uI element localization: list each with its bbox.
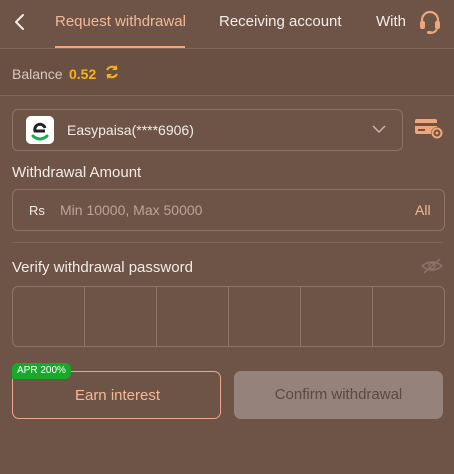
customer-service-icon[interactable] [418,9,442,35]
currency-label: Rs [29,203,45,218]
chevron-down-icon [372,125,386,134]
active-tab-indicator [55,46,185,48]
refresh-icon[interactable] [104,64,120,80]
eye-off-icon[interactable] [421,257,443,275]
confirm-withdrawal-label: Confirm withdrawal [274,386,403,403]
password-digit-3[interactable] [157,287,229,346]
confirm-withdrawal-button[interactable]: Confirm withdrawal [234,371,443,419]
tab-request-withdrawal[interactable]: Request withdrawal [55,13,186,30]
balance-label: Balance [12,66,63,82]
tab-receiving-account[interactable]: Receiving account [219,13,342,30]
password-digit-1[interactable] [13,287,85,346]
withdrawal-amount-label: Withdrawal Amount [12,164,142,181]
back-arrow-icon[interactable] [10,12,30,32]
password-digit-5[interactable] [301,287,373,346]
verify-password-label: Verify withdrawal password [12,259,193,276]
password-input-grid[interactable] [12,286,445,347]
section-divider [12,242,443,243]
password-digit-2[interactable] [85,287,157,346]
password-digit-4[interactable] [229,287,301,346]
all-amount-button[interactable]: All [415,202,431,218]
tab-withdrawal-records[interactable]: With [376,13,406,30]
withdrawal-amount-input[interactable] [56,196,394,224]
easypaisa-logo-icon [26,116,54,144]
balance-value: 0.52 [69,66,97,82]
earn-interest-label: Earn interest [74,387,161,404]
password-digit-6[interactable] [373,287,444,346]
apr-badge: APR 200% [12,363,71,379]
header-bar: Request withdrawal Receiving account Wit… [0,0,454,49]
card-settings-icon[interactable] [414,116,444,140]
withdrawal-method-name: Easypaisa(****6906) [67,122,194,138]
